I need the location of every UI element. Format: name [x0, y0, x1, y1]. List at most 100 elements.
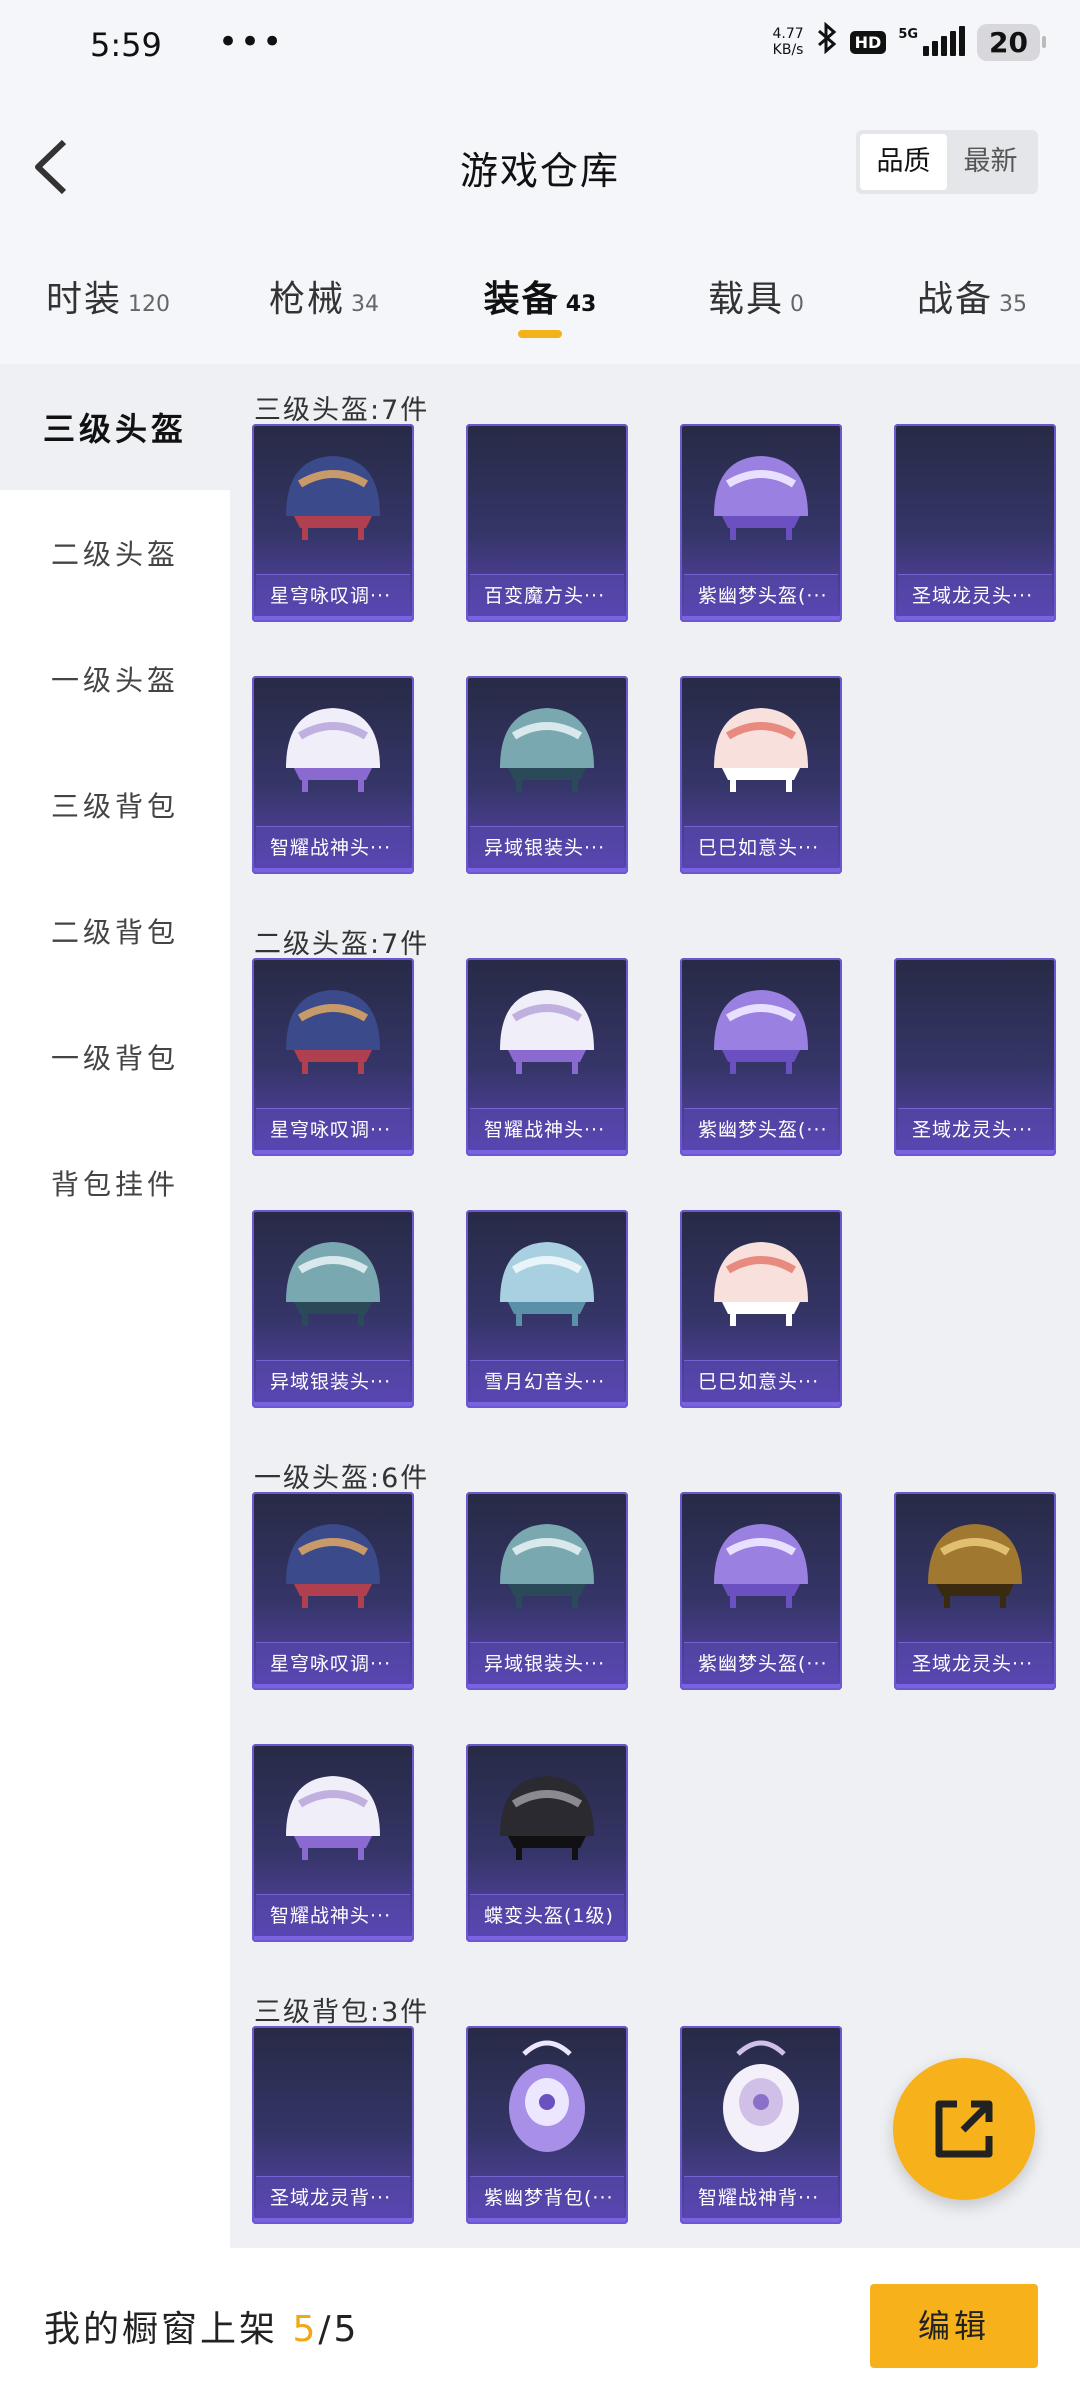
helmet-ornate-icon	[252, 958, 414, 1108]
item-card[interactable]: 星穹咏叹调···	[252, 1492, 414, 1690]
tab-label: 枪械	[268, 279, 345, 320]
item-name: 圣域龙灵头···	[898, 1108, 1052, 1150]
helmet-white-icon	[252, 1744, 414, 1894]
tab-label: 时装	[45, 279, 122, 320]
item-card[interactable]: 圣域龙灵头···	[894, 1492, 1056, 1690]
item-name: 异域银装头···	[256, 1360, 410, 1402]
item-card[interactable]: 圣域龙灵头···	[894, 424, 1056, 622]
helmet-ornate-icon	[252, 424, 414, 574]
bottom-bar: 我的橱窗上架 5/5 编辑	[0, 2248, 1080, 2400]
sort-toggle: 品质 最新	[856, 130, 1038, 194]
backpack-white-icon	[680, 2026, 842, 2176]
sidebar-item-level1-backpack[interactable]: 一级背包	[0, 994, 230, 1120]
helmet-purple-icon	[680, 424, 842, 574]
tab-count: 0	[790, 292, 804, 317]
item-card[interactable]: 紫幽梦头盔(···	[680, 424, 842, 622]
item-card[interactable]: 巳巳如意头···	[680, 676, 842, 874]
tab-weapons[interactable]: 枪械 34	[216, 242, 432, 364]
showcase-separator: /	[318, 2309, 334, 2350]
showcase-total: 5	[333, 2309, 360, 2350]
tab-count: 43	[565, 292, 597, 317]
network-speed-value: 4.77	[772, 26, 804, 42]
item-card[interactable]: 智耀战神头···	[466, 958, 628, 1156]
tab-equipment[interactable]: 装备 43	[432, 242, 648, 364]
item-card[interactable]: 星穹咏叹调···	[252, 424, 414, 622]
sidebar-item-level3-backpack[interactable]: 三级背包	[0, 742, 230, 868]
tab-count: 35	[999, 292, 1027, 317]
item-card[interactable]: 圣域龙灵背···	[252, 2026, 414, 2224]
tab-count: 34	[351, 292, 379, 317]
item-name: 紫幽梦头盔(···	[684, 1108, 838, 1150]
item-name: 百变魔方头···	[470, 574, 624, 616]
category-sidebar: 三级头盔 二级头盔 一级头盔 三级背包 二级背包 一级背包 背包挂件	[0, 364, 230, 2248]
item-card[interactable]: 智耀战神背···	[680, 2026, 842, 2224]
status-time: 5:59	[90, 26, 162, 64]
item-name: 紫幽梦头盔(···	[684, 574, 838, 616]
tab-vehicles[interactable]: 载具 0	[648, 242, 864, 364]
item-thumbnail-empty	[466, 424, 628, 574]
helmet-pink-icon	[680, 676, 842, 826]
item-card[interactable]: 圣域龙灵头···	[894, 958, 1056, 1156]
item-card[interactable]: 星穹咏叹调···	[252, 958, 414, 1156]
chevron-left-icon	[35, 139, 67, 195]
item-card[interactable]: 智耀战神头···	[252, 676, 414, 874]
category-tabs: 时装 120 枪械 34 装备 43 载具 0 战备 35	[0, 242, 1080, 364]
back-button[interactable]	[22, 132, 82, 202]
bluetooth-icon	[816, 21, 838, 62]
status-more-dots: •••	[218, 22, 285, 62]
section-title: 一级头盔:6件	[254, 1463, 430, 1494]
section-title: 二级头盔:7件	[254, 929, 430, 960]
helmet-pink-icon	[680, 1210, 842, 1360]
item-card[interactable]: 紫幽梦头盔(···	[680, 958, 842, 1156]
helmet-white-icon	[252, 676, 414, 826]
item-name: 星穹咏叹调···	[256, 1642, 410, 1684]
item-card[interactable]: 雪月幻音头···	[466, 1210, 628, 1408]
tab-gear[interactable]: 战备 35	[864, 242, 1080, 364]
showcase-current: 5	[292, 2309, 319, 2350]
item-card[interactable]: 异域银装头···	[466, 1492, 628, 1690]
section-title: 三级头盔:7件	[254, 395, 430, 426]
showcase-label: 我的橱窗上架	[44, 2309, 279, 2350]
tab-fashion[interactable]: 时装 120	[0, 242, 216, 364]
section-title: 三级背包:3件	[254, 1997, 430, 2028]
item-card[interactable]: 百变魔方头···	[466, 424, 628, 622]
tab-label: 载具	[707, 279, 784, 320]
item-grid: 三级头盔:7件 二级头盔:7件 一级头盔:6件 三级背包:3件 星穹咏叹调···…	[230, 364, 1080, 2248]
item-card[interactable]: 紫幽梦头盔(···	[680, 1492, 842, 1690]
item-name: 智耀战神头···	[470, 1108, 624, 1150]
helmet-black-icon	[466, 1744, 628, 1894]
item-name: 异域银装头···	[470, 1642, 624, 1684]
helmet-lightblue-icon	[466, 1210, 628, 1360]
item-name: 巳巳如意头···	[684, 826, 838, 868]
item-card[interactable]: 异域银装头···	[466, 676, 628, 874]
item-card[interactable]: 智耀战神头···	[252, 1744, 414, 1942]
item-card[interactable]: 异域银装头···	[252, 1210, 414, 1408]
helmet-teal-icon	[466, 676, 628, 826]
backpack-purple-icon	[466, 2026, 628, 2176]
edit-button[interactable]: 编辑	[870, 2284, 1038, 2368]
helmet-white-icon	[466, 958, 628, 1108]
item-name: 圣域龙灵背···	[256, 2176, 410, 2218]
item-name: 蝶变头盔(1级)	[470, 1894, 624, 1936]
tab-label: 战备	[916, 279, 993, 320]
sidebar-item-backpack-charm[interactable]: 背包挂件	[0, 1120, 230, 1246]
sidebar-item-level3-helmet[interactable]: 三级头盔	[0, 364, 230, 490]
item-card[interactable]: 蝶变头盔(1级)	[466, 1744, 628, 1942]
share-button[interactable]	[893, 2058, 1035, 2200]
network-speed-unit: KB/s	[772, 42, 804, 58]
sidebar-item-level2-backpack[interactable]: 二级背包	[0, 868, 230, 994]
sidebar-item-level1-helmet[interactable]: 一级头盔	[0, 616, 230, 742]
sort-latest-button[interactable]: 最新	[947, 134, 1034, 190]
item-card[interactable]: 巳巳如意头···	[680, 1210, 842, 1408]
sidebar-item-level2-helmet[interactable]: 二级头盔	[0, 490, 230, 616]
item-name: 雪月幻音头···	[470, 1360, 624, 1402]
item-thumbnail-empty	[894, 958, 1056, 1108]
sort-quality-button[interactable]: 品质	[860, 134, 947, 190]
battery-indicator: 20	[977, 23, 1046, 61]
helmet-gold-icon	[894, 1492, 1056, 1642]
item-thumbnail-empty	[894, 424, 1056, 574]
header: 游戏仓库 品质 最新	[0, 92, 1080, 242]
item-card[interactable]: 紫幽梦背包(···	[466, 2026, 628, 2224]
item-name: 智耀战神头···	[256, 826, 410, 868]
hd-badge: HD	[849, 30, 887, 54]
